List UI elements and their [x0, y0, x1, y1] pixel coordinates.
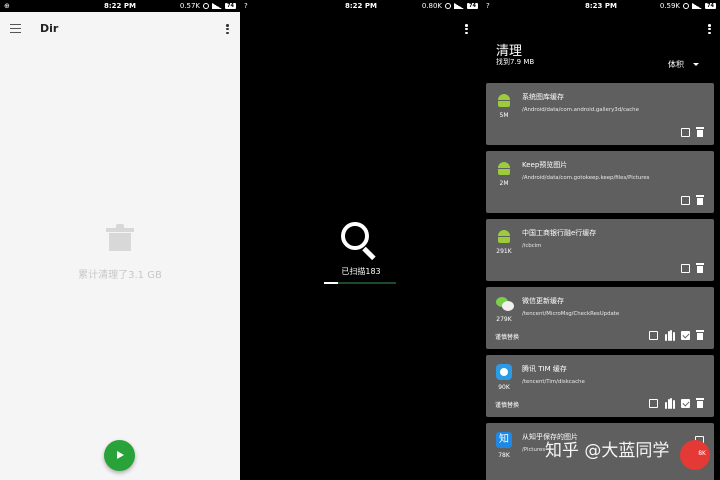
screen-scanning: ? 8:22 PM 0.80K 74 已扫描183 — [240, 0, 482, 480]
clean-fab-button[interactable]: 8K — [680, 440, 710, 470]
cache-card[interactable]: 90K 腾讯 TIM 缓存 /tencent/Tim/diskcache 谨慎替… — [486, 355, 714, 417]
cache-size: 5M — [499, 112, 509, 119]
wechat-icon — [496, 296, 514, 312]
tim-icon — [496, 364, 512, 380]
select-all-checkbox[interactable] — [681, 330, 690, 340]
cache-path: /tencent/MicroMsg/CheckResUpdate — [522, 311, 620, 317]
cache-path: /Android/data/com.android.gallery3d/cach… — [522, 107, 639, 113]
cleaned-total-text: 累计清理了3.1 GB — [78, 270, 162, 281]
cache-card[interactable]: 5M 系统图库缓存 /Android/data/com.android.gall… — [486, 83, 714, 145]
screen-dir-home: ⊕ 8:22 PM 0.57K 74 Dir 累计清理了3.1 GB — [0, 0, 240, 480]
watermark-text: 知乎 @大蓝同学 — [545, 441, 670, 461]
start-scan-button[interactable] — [104, 440, 135, 471]
android-icon — [496, 228, 512, 243]
cache-name: Keep预览图片 — [522, 161, 568, 169]
scan-progress-bar — [324, 282, 396, 284]
cache-path: /Android/data/com.gotokeep.keep/files/Pi… — [522, 175, 650, 181]
delete-icon[interactable] — [696, 127, 704, 137]
more-options-icon[interactable] — [226, 24, 229, 35]
delete-icon[interactable] — [696, 398, 704, 408]
battery-indicator: 74 — [225, 3, 236, 9]
cache-card[interactable]: 2M Keep预览图片 /Android/data/com.gotokeep.k… — [486, 151, 714, 213]
status-bar: ? 8:23 PM 0.59K 74 — [482, 0, 720, 12]
caution-note: 谨慎替换 — [495, 334, 520, 341]
cache-name: 中国工商银行融e行缓存 — [522, 229, 597, 237]
alarm-icon — [683, 3, 690, 9]
android-icon — [496, 160, 512, 175]
cache-path: /Pictures — [522, 447, 546, 453]
alarm-icon — [203, 3, 210, 9]
menu-icon[interactable] — [10, 24, 21, 33]
fab-label: 8K — [698, 450, 706, 457]
app-bar: Dir — [0, 12, 240, 46]
delete-icon[interactable] — [696, 263, 704, 273]
scan-progress-fill — [324, 282, 339, 284]
sort-dropdown[interactable]: 体积 — [668, 59, 699, 70]
cache-path: /icbcim — [522, 243, 542, 249]
caution-note: 谨慎替换 — [495, 402, 520, 409]
cache-size: 2M — [499, 180, 509, 187]
more-options-icon[interactable] — [465, 24, 468, 35]
zhihu-icon: 知 — [496, 432, 512, 448]
delete-icon[interactable] — [696, 195, 704, 205]
alarm-icon — [445, 3, 452, 9]
hand-stop-icon[interactable] — [664, 329, 675, 341]
cache-size: 78K — [498, 452, 510, 459]
signal-icon — [454, 3, 465, 9]
found-size-text: 找到7.9 MB — [496, 58, 535, 66]
battery-indicator: 74 — [467, 3, 478, 9]
cache-name: 微信更新缓存 — [522, 297, 564, 305]
trash-can-icon — [106, 222, 134, 252]
cache-card[interactable]: 279K 微信更新缓存 /tencent/MicroMsg/CheckResUp… — [486, 287, 714, 349]
select-checkbox[interactable] — [681, 195, 690, 205]
select-all-checkbox[interactable] — [681, 398, 690, 408]
delete-icon[interactable] — [696, 330, 704, 340]
battery-indicator: 74 — [705, 3, 716, 9]
select-checkbox[interactable] — [649, 330, 658, 340]
screen-clean-results: ? 8:23 PM 0.59K 74 清理 找到7.9 MB 体积 5M 系统图… — [482, 0, 720, 480]
sort-label: 体积 — [668, 60, 684, 69]
more-options-icon[interactable] — [708, 24, 711, 35]
search-icon — [341, 222, 379, 261]
cache-name: 系统图库缓存 — [522, 93, 564, 101]
signal-icon — [692, 3, 703, 9]
cache-size: 291K — [496, 248, 512, 255]
cache-path: /tencent/Tim/diskcache — [522, 379, 585, 385]
network-speed: 0.80K — [421, 2, 443, 10]
cache-size: 279K — [496, 316, 512, 323]
scanned-count-text: 已扫描183 — [341, 267, 381, 276]
android-icon — [496, 92, 512, 107]
select-checkbox[interactable] — [649, 398, 658, 408]
select-checkbox[interactable] — [681, 263, 690, 273]
cache-card[interactable]: 291K 中国工商银行融e行缓存 /icbcim — [486, 219, 714, 281]
cache-size: 90K — [498, 384, 510, 391]
status-bar: ⊕ 8:22 PM 0.57K 74 — [0, 0, 240, 12]
hand-stop-icon[interactable] — [664, 397, 675, 409]
cache-name: 腾讯 TIM 缓存 — [522, 365, 567, 373]
select-checkbox[interactable] — [681, 127, 690, 137]
status-bar: ? 8:22 PM 0.80K 74 — [240, 0, 482, 12]
dropdown-arrow-icon — [693, 63, 699, 66]
page-title: Dir — [40, 22, 59, 35]
network-speed: 0.59K — [659, 2, 681, 10]
network-speed: 0.57K — [179, 2, 201, 10]
signal-icon — [212, 3, 223, 9]
